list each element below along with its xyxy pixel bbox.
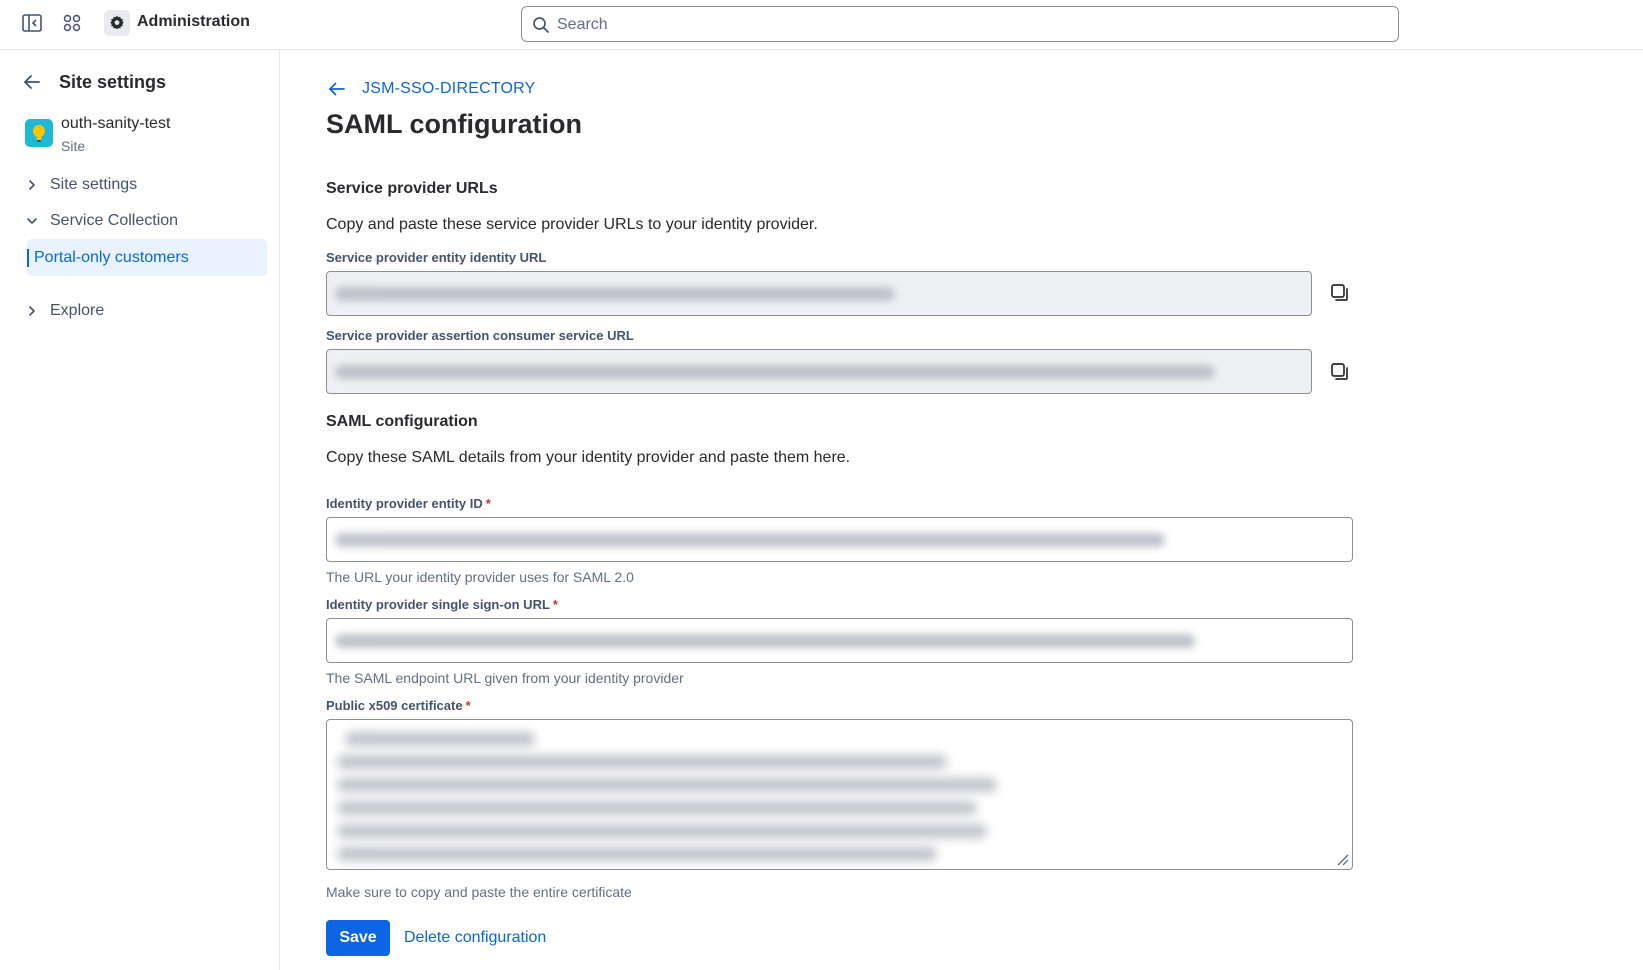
redacted-value [335,287,895,301]
idp-entity-label: Identity provider entity ID * [326,496,491,511]
certificate-label: Public x509 certificate * [326,698,471,713]
sidebar-item-portal-only-customers[interactable]: Portal-only customers [27,239,267,276]
chevron-right-icon [22,301,42,321]
search-icon [533,17,549,33]
resize-handle-icon[interactable] [1334,851,1350,867]
sidebar-item-service-collection[interactable]: Service Collection [22,203,267,239]
certificate-textarea[interactable] [326,719,1353,870]
section-title-saml: SAML configuration [326,413,478,430]
redacted-line [337,778,997,792]
required-indicator: * [552,597,558,612]
chevron-down-icon [22,211,42,231]
redacted-line [337,755,947,769]
copy-icon[interactable] [1326,279,1354,307]
idp-sso-label: Identity provider single sign-on URL * [326,597,558,612]
section-description-service-provider: Copy and paste these service provider UR… [326,216,818,233]
site-avatar [25,119,53,147]
delete-configuration-button[interactable]: Delete configuration [404,929,546,947]
acs-url-label: Service provider assertion consumer serv… [326,328,634,343]
idp-sso-url-input[interactable] [326,618,1353,663]
redacted-line [345,732,535,746]
redacted-value [335,533,1165,547]
sidebar-item-label: Site settings [50,176,138,193]
sidebar-title: Site settings [59,72,167,92]
redacted-value [335,365,1215,379]
main-content: JSM-SSO-DIRECTORY SAML configuration Ser… [326,50,1643,970]
sidebar-item-explore[interactable]: Explore [22,293,267,329]
search-input[interactable]: Search [521,6,1399,42]
label-text: Identity provider entity ID [326,496,483,511]
required-indicator: * [485,496,491,511]
idp-sso-helper: The SAML endpoint URL given from your id… [326,670,684,686]
breadcrumb-link[interactable]: JSM-SSO-DIRECTORY [362,80,536,98]
page-title: SAML configuration [326,109,582,139]
sidebar-item-label: Service Collection [50,212,179,229]
back-arrow-icon[interactable] [22,72,42,92]
lightbulb-icon [33,125,45,142]
sidebar-item-site-settings[interactable]: Site settings [22,167,267,203]
required-indicator: * [465,698,471,713]
top-navigation-bar: Administration Search [0,0,1643,50]
redacted-line [337,824,987,838]
entity-url-field[interactable] [326,271,1312,316]
gear-icon[interactable] [104,10,130,36]
save-button[interactable]: Save [326,920,390,956]
active-indicator [27,248,29,267]
app-switcher-icon[interactable] [60,11,84,35]
entity-url-label: Service provider entity identity URL [326,250,547,265]
search-placeholder: Search [557,16,608,33]
back-arrow-icon[interactable] [328,80,346,98]
chevron-right-icon [22,175,42,195]
redacted-line [337,847,937,861]
site-name: outh-sanity-test [61,115,171,132]
section-description-saml: Copy these SAML details from your identi… [326,449,851,466]
sidebar-toggle-icon[interactable] [20,11,44,35]
site-type: Site [61,138,86,154]
sidebar: Site settings outh-sanity-test Site Site… [0,50,280,970]
label-text: Public x509 certificate [326,698,463,713]
sidebar-item-label: Portal-only customers [34,248,189,266]
app-title: Administration [137,13,250,30]
acs-url-field[interactable] [326,349,1312,394]
label-text: Identity provider single sign-on URL [326,597,550,612]
section-title-service-provider: Service provider URLs [326,180,498,197]
certificate-helper: Make sure to copy and paste the entire c… [326,884,632,900]
idp-entity-id-input[interactable] [326,517,1353,562]
idp-entity-helper: The URL your identity provider uses for … [326,569,634,585]
redacted-value [335,634,1195,648]
redacted-line [337,801,977,815]
sidebar-item-label: Explore [50,302,105,319]
copy-icon[interactable] [1326,358,1354,386]
